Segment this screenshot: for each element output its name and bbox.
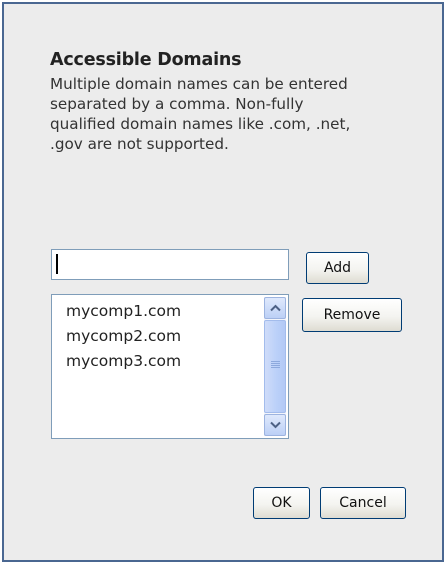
scroll-up-button[interactable] (264, 297, 286, 319)
cancel-button[interactable]: Cancel (320, 487, 406, 519)
text-caret (56, 254, 58, 274)
dialog-description: Multiple domain names can be entered sep… (50, 75, 351, 153)
grip-icon (271, 361, 280, 370)
add-button[interactable]: Add (306, 252, 369, 284)
scroll-down-button[interactable] (264, 414, 286, 436)
list-scrollbar[interactable] (264, 297, 286, 436)
domain-input[interactable] (51, 249, 289, 280)
scroll-thumb[interactable] (264, 320, 286, 413)
list-item[interactable]: mycomp2.com (66, 324, 181, 349)
list-item[interactable]: mycomp1.com (66, 299, 181, 324)
chevron-up-icon (270, 304, 281, 312)
list-item[interactable]: mycomp3.com (66, 349, 181, 374)
domain-list[interactable]: mycomp1.com mycomp2.com mycomp3.com (51, 294, 289, 439)
accessible-domains-dialog: Accessible Domains Multiple domain names… (2, 2, 444, 562)
ok-button[interactable]: OK (253, 487, 310, 519)
domain-list-items: mycomp1.com mycomp2.com mycomp3.com (66, 299, 181, 374)
chevron-down-icon (270, 421, 281, 429)
remove-button[interactable]: Remove (302, 298, 402, 332)
dialog-title: Accessible Domains (50, 50, 242, 70)
